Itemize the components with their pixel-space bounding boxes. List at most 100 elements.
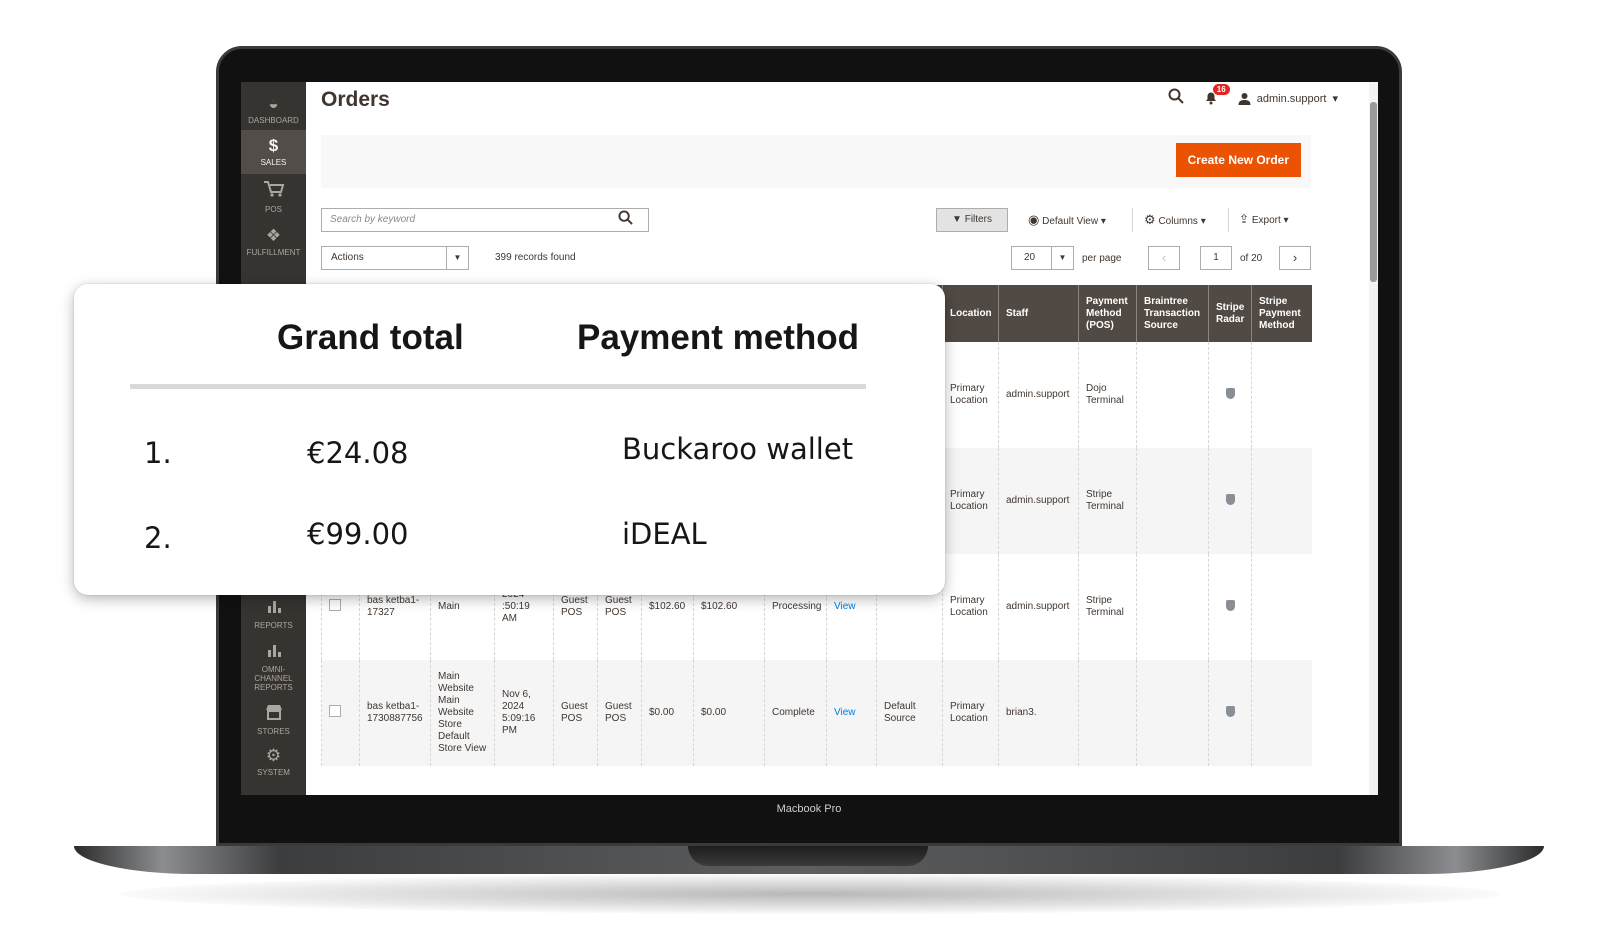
sidebar-item-pos[interactable]: POS [241, 176, 306, 218]
view-link[interactable]: View [826, 660, 877, 766]
user-menu[interactable]: admin.support ▾ [1238, 92, 1338, 105]
export-dropdown[interactable]: ⇪ Export ▾ [1239, 212, 1289, 226]
table-cell: Complete [764, 660, 827, 766]
gear-icon: ⚙ [1144, 212, 1156, 227]
columns-dropdown[interactable]: ⚙ Columns ▾ [1144, 212, 1206, 228]
stripe-radar-cell [1208, 660, 1252, 766]
column-header-payment-method-pos[interactable]: Payment Method (POS) [1078, 285, 1137, 342]
page-title: Orders [321, 88, 390, 111]
columns-label: Columns [1158, 216, 1198, 227]
user-icon [1238, 93, 1251, 105]
sidebar-item-label: DASHBOARD [248, 116, 299, 125]
default-view-label: Default View [1042, 216, 1099, 227]
column-header-location[interactable]: Location [942, 285, 999, 342]
page-number-input[interactable]: 1 [1200, 246, 1232, 270]
sidebar-item-label: OMNI-CHANNEL REPORTS [254, 665, 293, 692]
shield-icon [1225, 493, 1235, 505]
toolbar-divider [1132, 208, 1133, 232]
default-view-dropdown[interactable]: ◉ Default View ▾ [1028, 212, 1106, 228]
chevron-down-icon: ▾ [1283, 215, 1289, 226]
sidebar-item-label: SYSTEM [257, 768, 290, 777]
per-page-label: per page [1082, 253, 1122, 264]
column-header-stripe-radar[interactable]: Stripe Radar [1208, 285, 1252, 342]
notifications-bell-icon[interactable]: 16 [1204, 83, 1230, 108]
column-header-braintree-source[interactable]: Braintree Transaction Source [1136, 285, 1209, 342]
table-cell: Nov 6, 2024 5:09:16 PM [494, 660, 554, 766]
table-cell [1251, 448, 1312, 554]
table-cell: Primary Location [942, 342, 999, 448]
sidebar-item-fulfillment[interactable]: ❖ FULFILLMENT [241, 222, 306, 264]
per-page-select[interactable]: 20 ▼ [1011, 246, 1074, 270]
shield-icon [1225, 387, 1235, 399]
table-cell: admin.support [998, 554, 1079, 660]
sidebar-item-label: POS [265, 205, 282, 214]
sidebar-item-stores[interactable]: STORES [241, 700, 306, 740]
table-cell: Primary Location [942, 660, 999, 766]
dropbox-icon: ❖ [265, 226, 282, 245]
table-cell [1136, 554, 1209, 660]
user-name: admin.support [1256, 92, 1327, 105]
table-cell [1251, 342, 1312, 448]
grand-total-value: €24.08 [307, 436, 409, 470]
bar-chart-icon [241, 642, 306, 663]
sidebar-item-label: SALES [260, 158, 287, 167]
notifications-count-badge: 16 [1212, 83, 1230, 95]
table-cell [1136, 660, 1209, 766]
shield-icon [1225, 599, 1235, 611]
table-cell: Main Website Main Website Store Default … [430, 660, 495, 766]
stripe-radar-cell [1208, 448, 1252, 554]
row-checkbox[interactable] [329, 599, 341, 611]
row-checkbox[interactable] [329, 705, 341, 717]
next-page-button[interactable]: › [1279, 246, 1311, 270]
table-cell: Primary Location [942, 554, 999, 660]
search-input[interactable]: Search by keyword [321, 208, 649, 232]
dashboard-icon: ◒ [268, 94, 279, 113]
filter-icon: ▼ [952, 214, 962, 225]
table-cell: bas ketba1-1730887756 [359, 660, 431, 766]
sidebar-item-system[interactable]: ⚙ SYSTEM [241, 744, 306, 784]
chevron-down-icon: ▾ [1332, 93, 1338, 105]
device-label: Macbook Pro [776, 803, 842, 815]
mass-actions-select[interactable]: Actions ▼ [321, 246, 469, 270]
table-cell: admin.support [998, 448, 1079, 554]
chevron-down-icon: ▼ [446, 247, 468, 269]
sidebar-item-dashboard[interactable]: ◒ DASHBOARD [241, 88, 306, 130]
stripe-radar-cell [1208, 342, 1252, 448]
toolbar-divider [1228, 208, 1229, 232]
global-search-icon[interactable] [1168, 88, 1184, 109]
filters-label: Filters [964, 214, 992, 225]
table-cell: $0.00 [641, 660, 694, 766]
previous-page-button[interactable]: ‹ [1148, 246, 1180, 270]
column-header-stripe-payment-method[interactable]: Stripe Payment Method [1251, 285, 1312, 342]
table-row: bas ketba1-1730887756 Main Website Main … [321, 660, 1312, 766]
chevron-down-icon: ▾ [1100, 216, 1106, 227]
sidebar-item-label: FULFILLMENT [246, 248, 301, 257]
header-actions: 16 admin.support ▾ [1168, 83, 1338, 109]
laptop-notch [688, 846, 928, 866]
table-cell: Dojo Terminal [1078, 342, 1137, 448]
chevron-down-icon: ▼ [1051, 247, 1073, 269]
table-cell: Default Source [876, 660, 943, 766]
table-cell: brian3. [998, 660, 1079, 766]
laptop-shadow [120, 874, 1500, 914]
sidebar-item-omni-channel-reports[interactable]: OMNI-CHANNEL REPORTS [241, 640, 306, 692]
page-actions-bar: Create New Order [321, 135, 1311, 188]
table-cell: Guest POS [597, 660, 642, 766]
sidebar-item-reports[interactable]: REPORTS [241, 594, 306, 638]
create-new-order-button[interactable]: Create New Order [1175, 143, 1301, 177]
payment-method-value: iDEAL [622, 517, 707, 551]
sidebar-item-sales[interactable]: $ SALES [241, 130, 306, 174]
scrollbar-thumb[interactable] [1370, 102, 1377, 282]
per-page-value: 20 [1024, 252, 1036, 263]
page-count: of 20 [1240, 253, 1263, 264]
column-header-staff[interactable]: Staff [998, 285, 1079, 342]
row-index: 1. [144, 436, 172, 470]
table-cell [1136, 448, 1209, 554]
sidebar-item-label: STORES [257, 727, 290, 736]
search-icon[interactable] [618, 210, 633, 229]
table-cell [1251, 660, 1312, 766]
row-checkbox-cell[interactable] [321, 660, 360, 766]
filters-button[interactable]: ▼ Filters [936, 208, 1008, 232]
sidebar-item-label: REPORTS [254, 621, 293, 630]
vertical-scrollbar[interactable] [1369, 82, 1378, 795]
